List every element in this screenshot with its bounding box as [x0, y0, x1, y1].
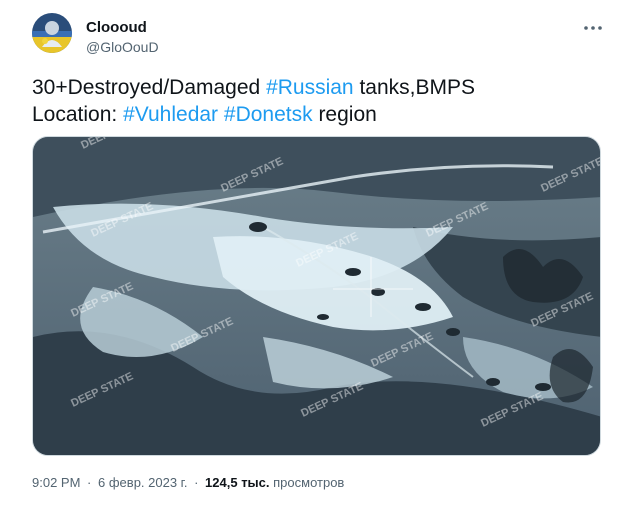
avatar[interactable]: [32, 13, 72, 53]
tweet-time[interactable]: 9:02 PM: [32, 475, 80, 490]
views-count[interactable]: 124,5 тыс.: [205, 475, 269, 490]
meta-separator: ·: [194, 475, 199, 490]
tweet-text-segment: region: [312, 103, 377, 126]
hashtag-vuhledar[interactable]: #Vuhledar: [123, 103, 218, 126]
more-options-icon: [584, 26, 602, 30]
avatar-image: [32, 13, 72, 53]
more-options-button[interactable]: [580, 18, 606, 38]
tweet-date[interactable]: 6 февр. 2023 г.: [98, 475, 187, 490]
user-handle[interactable]: @GloOouD: [86, 39, 159, 55]
tweet-text-segment: 30+Destroyed/Damaged: [32, 76, 267, 99]
hashtag-russian[interactable]: #Russian: [266, 76, 354, 99]
tweet-text-segment: tanks,BMPS: [353, 76, 476, 99]
aerial-photo: DEEP STATE DEEP STATE DEEP STATE DEEP ST…: [33, 137, 600, 455]
display-name[interactable]: Clooоud: [86, 20, 147, 36]
tweet-text: 30+Destroyed/Damaged #Russian tanks,BMPS…: [32, 74, 592, 128]
hashtag-donetsk[interactable]: #Donetsk: [224, 103, 313, 126]
tweet-text-line-1: 30+Destroyed/Damaged #Russian tanks,BMPS: [32, 74, 592, 101]
tweet-meta: 9:02 PM · 6 февр. 2023 г. · 124,5 тыс. п…: [32, 475, 344, 491]
tweet-text-segment: Location:: [32, 103, 124, 126]
tweet-media-image[interactable]: DEEP STATE DEEP STATE DEEP STATE DEEP ST…: [32, 136, 601, 456]
views-label: просмотров: [273, 475, 345, 490]
meta-separator: ·: [87, 475, 92, 490]
tweet-text-line-2: Location: #Vuhledar #Donetsk region: [32, 101, 592, 128]
tweet-card: Clooоud @GloOouD 30+Destroyed/Damaged #R…: [0, 0, 622, 505]
